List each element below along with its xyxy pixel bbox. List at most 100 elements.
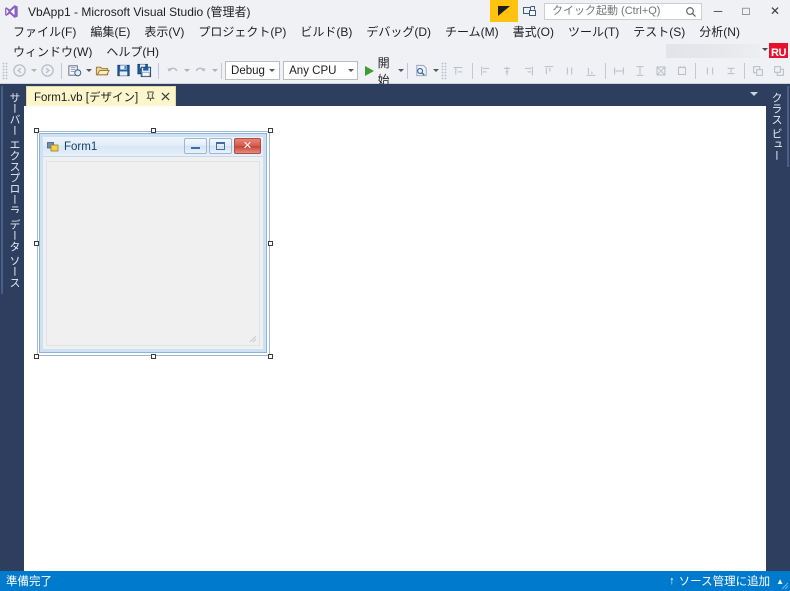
magnifier-icon [685, 6, 697, 21]
standard-toolbar: Debug Any CPU 開始 [0, 56, 790, 87]
solution-configuration-combo[interactable]: Debug [225, 61, 280, 80]
menu-item-file[interactable]: ファイル(F) [6, 23, 83, 41]
form-title-bar: Form1 ✕ [43, 137, 263, 157]
align-rights-icon[interactable] [518, 60, 539, 82]
tab-form1-designer[interactable]: Form1.vb [デザイン] [26, 86, 177, 106]
make-same-size-icon[interactable] [650, 60, 671, 82]
quick-launch-box[interactable] [544, 2, 702, 21]
document-tab-strip: Form1.vb [デザイン] [24, 84, 766, 106]
make-same-height-icon[interactable] [629, 60, 650, 82]
selection-handle[interactable] [151, 354, 156, 359]
send-to-back-icon[interactable] [769, 60, 790, 82]
save-all-icon[interactable] [134, 60, 155, 82]
chevron-down-icon[interactable] [750, 92, 758, 96]
title-bar-right-group: ─ □ ✕ [490, 0, 790, 22]
maximize-button[interactable]: □ [732, 0, 760, 22]
selection-handle[interactable] [268, 354, 273, 359]
align-middles-icon[interactable] [560, 60, 581, 82]
form-close-button[interactable]: ✕ [234, 138, 261, 154]
up-arrow-icon: ↑ [669, 575, 675, 587]
size-to-grid-icon[interactable] [671, 60, 692, 82]
menu-item-test[interactable]: テスト(S) [626, 23, 692, 41]
toolbar-separator [407, 62, 409, 79]
selection-handle[interactable] [151, 128, 156, 133]
selection-handle[interactable] [34, 354, 39, 359]
bring-to-front-icon[interactable] [748, 60, 769, 82]
menu-bar: ファイル(F) 編集(E) 表示(V) プロジェクト(P) ビルド(B) デバッ… [0, 22, 790, 62]
solution-platform-value: Any CPU [289, 64, 337, 77]
toolbar-grip[interactable] [2, 61, 8, 80]
window-title: VbApp1 - Microsoft Visual Studio (管理者) [28, 4, 251, 19]
sidebar-item-server-explorer[interactable]: サーバー エクスプローラー [1, 86, 25, 234]
menu-item-format[interactable]: 書式(O) [506, 23, 561, 41]
chevron-down-icon[interactable] [343, 69, 357, 72]
chevron-down-icon[interactable] [762, 48, 768, 51]
menu-item-tools[interactable]: ツール(T) [561, 23, 626, 41]
menu-item-view[interactable]: 表示(V) [137, 23, 191, 41]
form-resize-grip-icon [246, 332, 258, 344]
align-tops-icon[interactable] [539, 60, 560, 82]
form-maximize-button[interactable] [209, 138, 232, 154]
main-area: サーバー エクスプローラー データ ソース クラス ビュー Form1.vb [… [0, 84, 790, 571]
find-dropdown-icon[interactable] [433, 69, 440, 72]
account-name-field[interactable] [666, 44, 760, 59]
save-icon[interactable] [113, 60, 134, 82]
solution-platform-combo[interactable]: Any CPU [283, 61, 359, 80]
close-button[interactable]: ✕ [760, 0, 790, 22]
form-designer-canvas[interactable]: Form1 ✕ [24, 106, 766, 571]
horizontal-spacing-icon[interactable] [699, 60, 720, 82]
minimize-button[interactable]: ─ [704, 0, 732, 22]
find-in-files-icon[interactable] [411, 60, 432, 82]
toolbar-separator [60, 62, 62, 79]
start-debug-button[interactable]: 開始 [362, 56, 398, 87]
status-message: 準備完了 [6, 576, 52, 588]
selection-handle[interactable] [268, 241, 273, 246]
menu-item-build[interactable]: ビルド(B) [293, 23, 359, 41]
sidebar-item-label: データ ソース [8, 219, 20, 289]
sidebar-item-data-sources[interactable]: データ ソース [1, 213, 25, 295]
align-bottoms-icon[interactable] [581, 60, 602, 82]
window-resize-grip-icon[interactable] [779, 580, 789, 590]
send-feedback-icon[interactable] [518, 0, 542, 22]
start-debug-label: 開始 [377, 55, 390, 87]
undo-icon[interactable] [162, 60, 183, 82]
menu-item-debug[interactable]: デバッグ(D) [359, 23, 438, 41]
title-bar: VbApp1 - Microsoft Visual Studio (管理者) ク… [0, 0, 790, 22]
align-centers-icon[interactable] [497, 60, 518, 82]
sidebar-item-label: クラス ビュー [770, 92, 782, 162]
close-icon[interactable] [159, 90, 171, 103]
chevron-down-icon[interactable] [265, 69, 279, 72]
pin-icon[interactable] [145, 90, 156, 103]
vertical-spacing-icon[interactable] [720, 60, 741, 82]
new-project-icon[interactable] [64, 60, 85, 82]
redo-icon[interactable] [190, 60, 211, 82]
redo-dropdown-icon[interactable] [212, 69, 219, 72]
open-file-icon[interactable] [92, 60, 113, 82]
notification-flag-icon[interactable] [490, 0, 518, 22]
align-lefts-icon[interactable] [476, 60, 497, 82]
play-triangle-icon [364, 65, 374, 76]
align-to-grid-icon[interactable] [448, 60, 469, 82]
selection-handle[interactable] [268, 128, 273, 133]
menu-item-project[interactable]: プロジェクト(P) [191, 23, 293, 41]
form-client-area[interactable] [46, 161, 260, 346]
toolbar-separator [471, 62, 473, 79]
selection-handle[interactable] [34, 241, 39, 246]
toolbar-overflow-icon[interactable] [441, 61, 447, 80]
form-minimize-button[interactable] [184, 138, 207, 154]
solution-configuration-value: Debug [231, 64, 265, 77]
quick-launch-input[interactable] [550, 4, 684, 18]
start-debug-dropdown-icon[interactable] [398, 69, 405, 72]
navigate-forward-icon[interactable] [37, 60, 58, 82]
windows-form-preview[interactable]: Form1 ✕ [39, 133, 267, 353]
menu-item-analyze[interactable]: 分析(N) [692, 23, 747, 41]
sidebar-item-class-view[interactable]: クラス ビュー [765, 86, 789, 168]
selection-handle[interactable] [34, 128, 39, 133]
source-control-status[interactable]: ↑ ソース管理に追加 ▲ [669, 573, 784, 589]
menu-item-team[interactable]: チーム(M) [438, 23, 506, 41]
navigate-back-icon[interactable] [9, 60, 30, 82]
make-same-width-icon[interactable] [608, 60, 629, 82]
form-caption: Form1 [64, 140, 98, 153]
menu-item-edit[interactable]: 編集(E) [83, 23, 137, 41]
form-selection-frame: Form1 ✕ [34, 128, 273, 359]
